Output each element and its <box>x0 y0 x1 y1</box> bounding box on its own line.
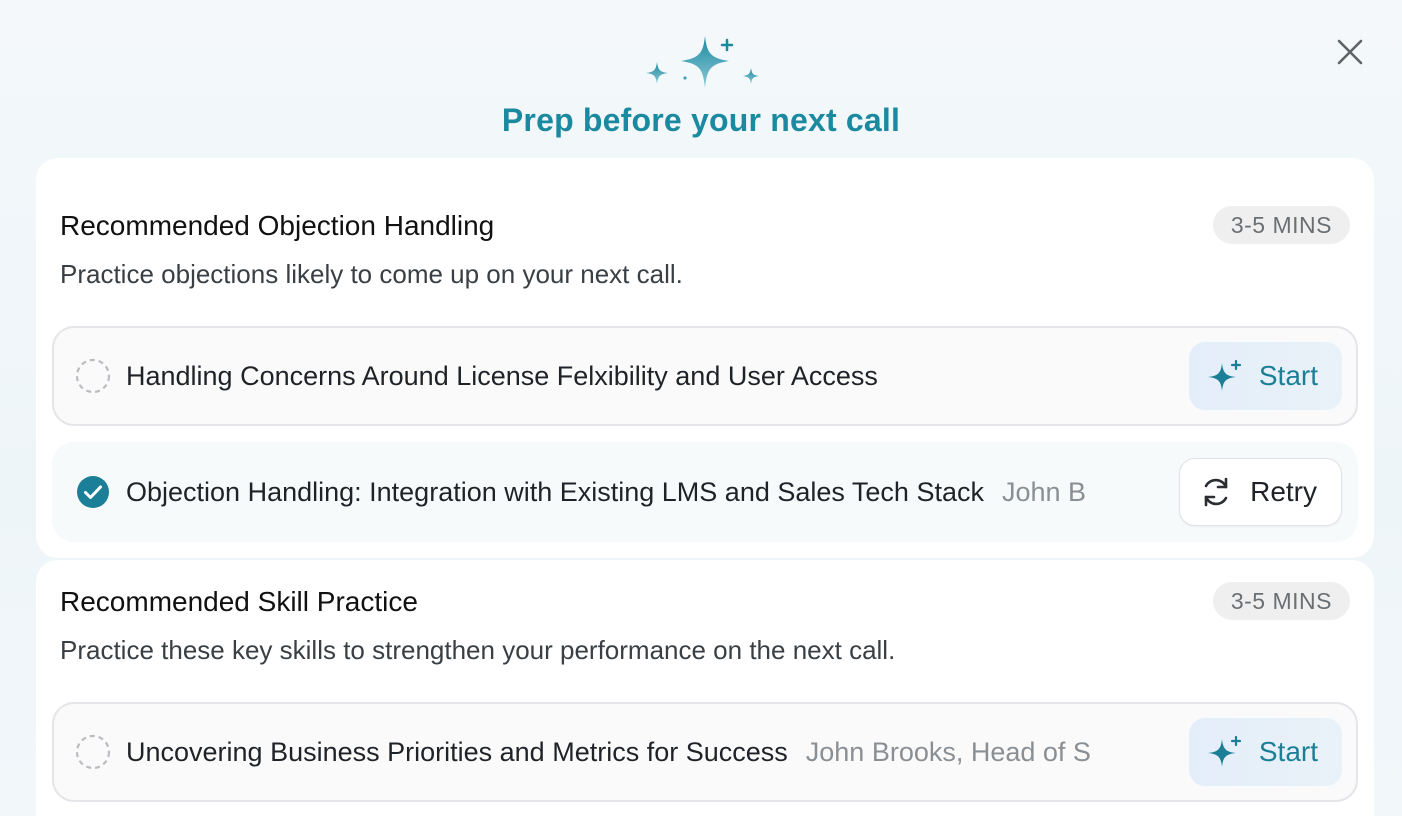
objection-handling-card: Recommended Objection Handling 3-5 MINS … <box>36 158 1374 558</box>
start-button[interactable]: Start <box>1188 342 1342 410</box>
section-title: Recommended Skill Practice <box>60 586 418 617</box>
item-label: Objection Handling: Integration with Exi… <box>126 476 984 507</box>
section-description: Practice these key skills to strengthen … <box>60 635 896 665</box>
sparkle-icon <box>1207 359 1241 391</box>
sparkle-icon <box>1207 735 1241 767</box>
list-item[interactable]: Uncovering Business Priorities and Metri… <box>52 702 1358 802</box>
section-title: Recommended Objection Handling <box>60 210 495 241</box>
not-started-icon <box>75 734 111 770</box>
item-label: Handling Concerns Around License Felxibi… <box>126 360 878 391</box>
modal-header: Prep before your next call <box>0 30 1402 139</box>
start-button-label: Start <box>1258 360 1318 391</box>
item-label: Uncovering Business Priorities and Metri… <box>126 736 788 767</box>
duration-badge: 3-5 MINS <box>1212 206 1350 244</box>
page-title: Prep before your next call <box>501 102 901 138</box>
sparkles-icon <box>646 36 759 88</box>
not-started-icon <box>75 358 111 394</box>
start-button[interactable]: Start <box>1188 718 1342 786</box>
duration-badge: 3-5 MINS <box>1212 582 1350 620</box>
start-button-label: Start <box>1258 736 1318 767</box>
retry-button-label: Retry <box>1250 476 1317 507</box>
section-description: Practice objections likely to come up on… <box>60 259 683 289</box>
retry-button[interactable]: Retry <box>1179 458 1342 526</box>
skill-practice-card: Recommended Skill Practice 3-5 MINS Prac… <box>36 560 1374 816</box>
list-item[interactable]: Objection Handling: Integration with Exi… <box>52 442 1358 542</box>
list-item[interactable]: Handling Concerns Around License Felxibi… <box>52 326 1358 426</box>
refresh-icon <box>1204 477 1228 507</box>
completed-check-icon <box>77 476 109 508</box>
